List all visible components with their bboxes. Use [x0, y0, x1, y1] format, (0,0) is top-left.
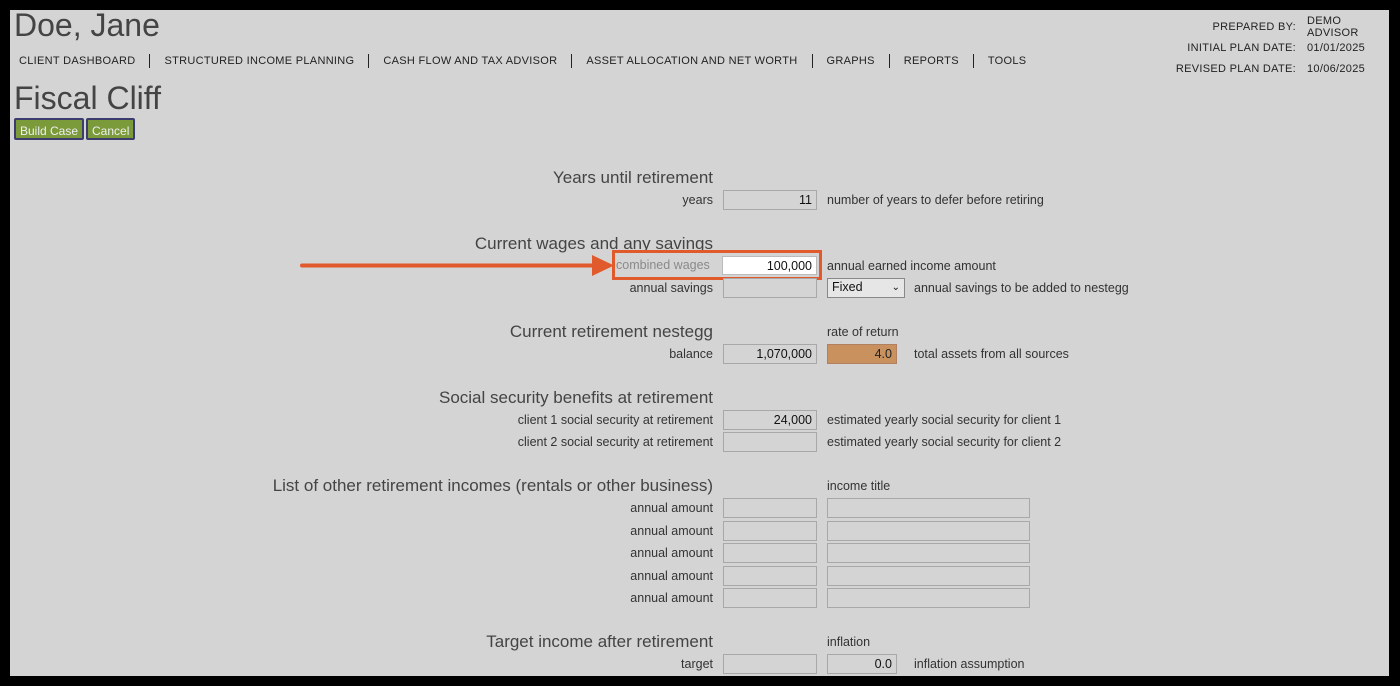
revised-date-label: REVISED PLAN DATE: [1175, 62, 1296, 75]
highlight-box [612, 250, 822, 280]
income-title-header: income title [827, 479, 891, 493]
target-input[interactable] [723, 654, 817, 674]
nav-asset-allocation-net-worth[interactable]: ASSET ALLOCATION AND NET WORTH [572, 54, 813, 68]
other-amount-label: annual amount [630, 546, 713, 560]
prepared-by-value: DEMO ADVISOR [1307, 14, 1359, 39]
client2-ss-label: client 2 social security at retirement [517, 435, 713, 449]
main-nav: CLIENT DASHBOARD STRUCTURED INCOME PLANN… [10, 54, 1040, 68]
annual-savings-hint: annual savings to be added to nestegg [914, 281, 1129, 295]
client1-ss-label: client 1 social security at retirement [517, 413, 713, 427]
initial-date-label: INITIAL PLAN DATE: [1187, 41, 1296, 54]
nav-client-dashboard[interactable]: CLIENT DASHBOARD [10, 54, 151, 68]
section-title-target: Target income after retirement [486, 632, 713, 651]
other-amount-input[interactable] [723, 566, 817, 586]
revised-date-value: 10/06/2025 [1307, 62, 1366, 75]
balance-hint: total assets from all sources [914, 347, 1069, 361]
chevron-down-icon: ⌄ [891, 282, 900, 293]
initial-date-value: 01/01/2025 [1307, 41, 1366, 54]
nav-cash-flow-tax-advisor[interactable]: CASH FLOW AND TAX ADVISOR [369, 54, 573, 68]
other-income-title-input[interactable] [827, 498, 1030, 518]
arrow-annotation-icon [300, 255, 614, 276]
cancel-button[interactable]: Cancel [86, 118, 136, 140]
inflation-hint: inflation assumption [914, 657, 1025, 671]
nav-structured-income-planning[interactable]: STRUCTURED INCOME PLANNING [150, 54, 370, 68]
years-label: years [682, 193, 713, 207]
section-title-other-incomes: List of other retirement incomes (rental… [272, 476, 713, 495]
other-amount-label: annual amount [630, 501, 713, 515]
plan-meta: PREPARED BY: DEMO ADVISOR INITIAL PLAN DA… [1136, 14, 1387, 79]
other-amount-label: annual amount [630, 569, 713, 583]
savings-type-value: Fixed [832, 280, 863, 294]
page-title: Fiscal Cliff [14, 80, 161, 116]
other-amount-input[interactable] [723, 498, 817, 518]
target-label: target [681, 657, 713, 671]
section-title-social: Social security benefits at retirement [438, 388, 713, 407]
balance-input[interactable]: 1,070,000 [723, 344, 817, 364]
annual-savings-label: annual savings [629, 281, 713, 295]
other-amount-input[interactable] [723, 543, 817, 563]
combined-wages-hint: annual earned income amount [827, 259, 996, 273]
other-income-title-input[interactable] [827, 543, 1030, 563]
build-case-button[interactable]: Build Case [14, 118, 85, 140]
nav-graphs[interactable]: GRAPHS [813, 54, 890, 68]
years-hint: number of years to defer before retiring [827, 193, 1044, 207]
savings-type-select[interactable]: Fixed ⌄ [827, 278, 905, 298]
nav-reports[interactable]: REPORTS [890, 54, 974, 68]
prepared-by-label: PREPARED BY: [1212, 20, 1296, 33]
annual-savings-input[interactable] [723, 278, 817, 298]
client1-ss-hint: estimated yearly social security for cli… [827, 413, 1062, 427]
years-input[interactable]: 11 [723, 190, 817, 210]
nav-tools[interactable]: TOOLS [974, 54, 1041, 68]
client-name: Doe, Jane [14, 10, 160, 43]
client2-ss-hint: estimated yearly social security for cli… [827, 435, 1062, 449]
balance-label: balance [669, 347, 713, 361]
app-frame: Doe, Jane PREPARED BY: DEMO ADVISOR INITI… [10, 10, 1389, 676]
client1-ss-input[interactable]: 24,000 [723, 410, 817, 430]
other-income-title-input[interactable] [827, 566, 1030, 586]
inflation-input[interactable]: 0.0 [827, 654, 897, 674]
inflation-header: inflation [827, 635, 871, 649]
other-income-title-input[interactable] [827, 521, 1030, 541]
client2-ss-input[interactable] [723, 432, 817, 452]
section-title-retirement: Years until retirement [552, 168, 713, 187]
rate-of-return-header: rate of return [827, 325, 899, 339]
other-amount-input[interactable] [723, 521, 817, 541]
rate-of-return-input[interactable]: 4.0 [827, 344, 897, 364]
other-amount-label: annual amount [630, 591, 713, 605]
section-title-nestegg: Current retirement nestegg [509, 322, 713, 341]
other-amount-input[interactable] [723, 588, 817, 608]
other-amount-label: annual amount [630, 524, 713, 538]
other-income-title-input[interactable] [827, 588, 1030, 608]
